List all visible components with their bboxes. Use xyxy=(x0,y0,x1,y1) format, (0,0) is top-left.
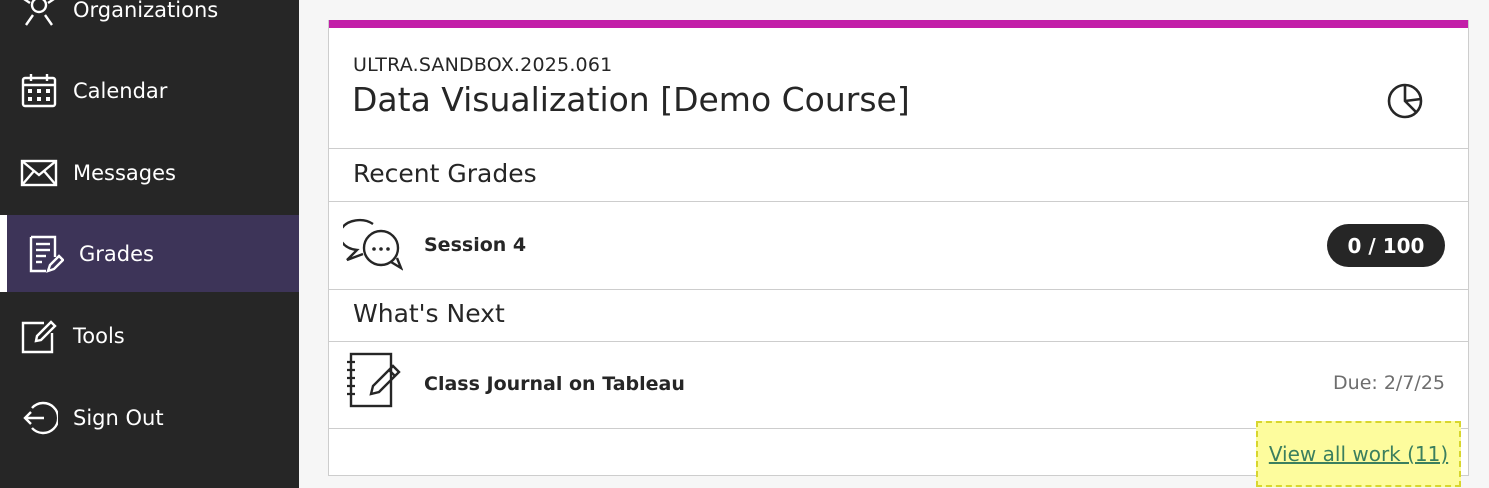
course-title[interactable]: Data Visualization [Demo Course] xyxy=(352,80,910,119)
view-all-highlight: View all work (11) xyxy=(1256,421,1461,487)
sidebar-item-organizations[interactable]: Organizations xyxy=(0,0,299,48)
sidebar-item-calendar[interactable]: Calendar xyxy=(0,52,299,129)
sign-out-icon xyxy=(23,401,58,434)
grades-icon xyxy=(29,235,64,273)
sidebar-item-label: Grades xyxy=(79,241,154,266)
sidebar-item-label: Sign Out xyxy=(73,405,164,430)
divider xyxy=(329,201,1468,202)
course-card: ULTRA.SANDBOX.2025.061 Data Visualizatio… xyxy=(328,20,1469,487)
sidebar-item-label: Calendar xyxy=(73,78,168,103)
course-code: ULTRA.SANDBOX.2025.061 xyxy=(353,54,613,76)
sidebar-item-label: Organizations xyxy=(73,0,219,22)
grade-badge[interactable]: 0 / 100 xyxy=(1327,224,1445,267)
divider xyxy=(329,289,1468,290)
envelope-icon xyxy=(20,159,58,186)
sidebar-item-label: Tools xyxy=(73,323,125,348)
divider xyxy=(329,148,1468,149)
grade-item-title[interactable]: Session 4 xyxy=(424,234,526,256)
discussion-icon xyxy=(343,218,403,271)
whats-next-heading: What's Next xyxy=(353,299,505,328)
pie-chart-icon[interactable] xyxy=(1386,82,1424,120)
sidebar-item-label: Messages xyxy=(73,160,176,185)
due-date: Due: 2/7/25 xyxy=(1333,372,1445,394)
sidebar-item-messages[interactable]: Messages xyxy=(0,134,299,211)
recent-grades-heading: Recent Grades xyxy=(353,159,537,188)
upcoming-item-title[interactable]: Class Journal on Tableau xyxy=(424,373,685,395)
course-color-bar xyxy=(329,20,1468,28)
journal-icon xyxy=(347,352,401,408)
sidebar-item-tools[interactable]: Tools xyxy=(0,297,299,374)
view-all-work-link[interactable]: View all work (11) xyxy=(1269,442,1448,466)
sidebar-item-grades[interactable]: Grades xyxy=(0,215,299,292)
calendar-icon xyxy=(21,73,57,107)
divider xyxy=(329,341,1468,342)
organizations-icon xyxy=(24,0,54,26)
sidebar-item-sign-out[interactable]: Sign Out xyxy=(0,379,299,456)
tools-icon xyxy=(21,319,57,353)
sidebar: Organizations Calendar Messages Grades T… xyxy=(0,0,299,488)
